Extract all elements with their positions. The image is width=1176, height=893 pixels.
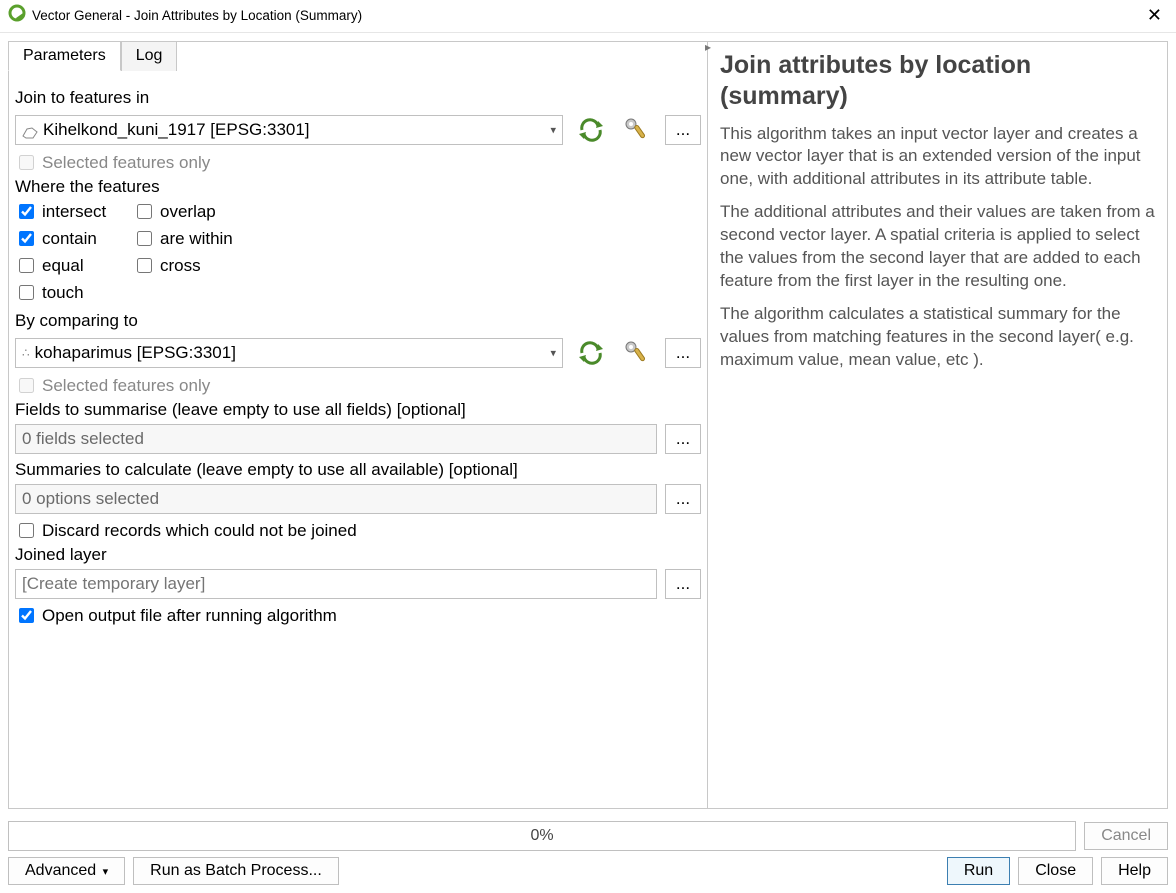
advanced-button-label: Advanced <box>25 862 96 879</box>
window-title: Vector General - Join Attributes by Loca… <box>32 8 362 23</box>
help-paragraph-3: The algorithm calculates a statistical s… <box>720 303 1155 372</box>
chevron-down-icon: ▾ <box>550 124 556 137</box>
help-paragraph-2: The additional attributes and their valu… <box>720 201 1155 293</box>
main-area: Parameters Log ▸ Join to features in Kih… <box>0 33 1176 817</box>
combo-join-to-value: Kihelkond_kuni_1917 [EPSG:3301] <box>43 120 310 140</box>
tab-parameters[interactable]: Parameters <box>8 41 121 71</box>
combo-join-to[interactable]: Kihelkond_kuni_1917 [EPSG:3301] ▾ <box>15 115 563 145</box>
predicate-contain[interactable]: contain <box>15 228 125 249</box>
help-title: Join attributes by location (summary) <box>720 50 1155 113</box>
help-button[interactable]: Help <box>1101 857 1168 885</box>
app-icon <box>8 4 26 26</box>
predicate-cross-checkbox[interactable] <box>137 258 152 273</box>
polygon-layer-icon <box>22 124 38 136</box>
predicate-equal[interactable]: equal <box>15 255 125 276</box>
predicate-are-within-checkbox[interactable] <box>137 231 152 246</box>
run-button[interactable]: Run <box>947 857 1010 885</box>
point-layer-icon: ∴ <box>22 346 30 360</box>
browse-compare-button[interactable]: ... <box>665 338 701 368</box>
open-output-checkbox[interactable] <box>19 608 34 623</box>
predicate-intersect-checkbox[interactable] <box>19 204 34 219</box>
combo-compare[interactable]: ∴ kohaparimus [EPSG:3301] ▾ <box>15 338 563 368</box>
predicate-cross-label: cross <box>160 256 201 276</box>
label-joined-layer: Joined layer <box>15 545 701 565</box>
left-pane: Parameters Log ▸ Join to features in Kih… <box>8 41 708 809</box>
browse-summaries-button[interactable]: ... <box>665 484 701 514</box>
advanced-button[interactable]: Advanced ▾ <box>8 857 125 885</box>
predicate-touch-checkbox[interactable] <box>19 285 34 300</box>
summaries-value[interactable]: 0 options selected <box>15 484 657 514</box>
selected-only-2-label: Selected features only <box>42 376 210 396</box>
predicate-intersect-label: intersect <box>42 202 106 222</box>
browse-fields-button[interactable]: ... <box>665 424 701 454</box>
cancel-button: Cancel <box>1084 822 1168 850</box>
chevron-down-icon: ▾ <box>103 866 109 878</box>
predicate-equal-checkbox[interactable] <box>19 258 34 273</box>
close-icon[interactable]: ✕ <box>1141 5 1168 26</box>
label-where: Where the features <box>15 177 701 197</box>
chevron-down-icon: ▾ <box>550 347 556 360</box>
selected-only-2: Selected features only <box>15 375 701 396</box>
help-paragraph-1: This algorithm takes an input vector lay… <box>720 123 1155 192</box>
predicate-contain-label: contain <box>42 229 97 249</box>
predicate-overlap[interactable]: overlap <box>133 201 701 222</box>
run-batch-button[interactable]: Run as Batch Process... <box>133 857 339 885</box>
label-fields: Fields to summarise (leave empty to use … <box>15 400 701 420</box>
open-output-row[interactable]: Open output file after running algorithm <box>15 605 701 626</box>
bottom-area: 0% Cancel Advanced ▾ Run as Batch Proces… <box>0 817 1176 893</box>
tab-log[interactable]: Log <box>121 41 178 71</box>
selected-only-2-checkbox <box>19 378 34 393</box>
advanced-options-button-2[interactable] <box>619 335 655 371</box>
combo-compare-value: kohaparimus [EPSG:3301] <box>35 343 236 363</box>
fields-value[interactable]: 0 fields selected <box>15 424 657 454</box>
iterate-button[interactable] <box>573 112 609 148</box>
progress-bar: 0% <box>8 821 1076 851</box>
selected-only-1-checkbox <box>19 155 34 170</box>
title-bar: Vector General - Join Attributes by Loca… <box>0 0 1176 33</box>
label-compare: By comparing to <box>15 311 701 331</box>
progress-text: 0% <box>531 827 554 845</box>
joined-layer-input[interactable] <box>15 569 657 599</box>
browse-joined-layer-button[interactable]: ... <box>665 569 701 599</box>
predicate-cross[interactable]: cross <box>133 255 701 276</box>
predicate-overlap-checkbox[interactable] <box>137 204 152 219</box>
predicate-equal-label: equal <box>42 256 84 276</box>
help-pane: Join attributes by location (summary) Th… <box>708 41 1168 809</box>
predicate-touch-label: touch <box>42 283 84 303</box>
predicate-touch[interactable]: touch <box>15 282 125 303</box>
predicate-overlap-label: overlap <box>160 202 216 222</box>
label-join-to: Join to features in <box>15 88 701 108</box>
selected-only-1: Selected features only <box>15 152 701 173</box>
open-output-label: Open output file after running algorithm <box>42 606 337 626</box>
predicate-intersect[interactable]: intersect <box>15 201 125 222</box>
iterate-button-2[interactable] <box>573 335 609 371</box>
discard-label: Discard records which could not be joine… <box>42 521 357 541</box>
discard-checkbox[interactable] <box>19 523 34 538</box>
parameters-body: Join to features in Kihelkond_kuni_1917 … <box>9 80 707 808</box>
close-button[interactable]: Close <box>1018 857 1093 885</box>
tab-bar: Parameters Log <box>8 41 177 71</box>
predicate-contain-checkbox[interactable] <box>19 231 34 246</box>
discard-row[interactable]: Discard records which could not be joine… <box>15 520 701 541</box>
selected-only-1-label: Selected features only <box>42 153 210 173</box>
pane-collapse-icon[interactable]: ▸ <box>705 40 711 54</box>
label-summaries: Summaries to calculate (leave empty to u… <box>15 460 701 480</box>
predicate-are-within-label: are within <box>160 229 233 249</box>
advanced-options-button[interactable] <box>619 112 655 148</box>
predicate-grid: intersect overlap contain are within equ… <box>15 201 701 303</box>
predicate-are-within[interactable]: are within <box>133 228 701 249</box>
browse-join-to-button[interactable]: ... <box>665 115 701 145</box>
